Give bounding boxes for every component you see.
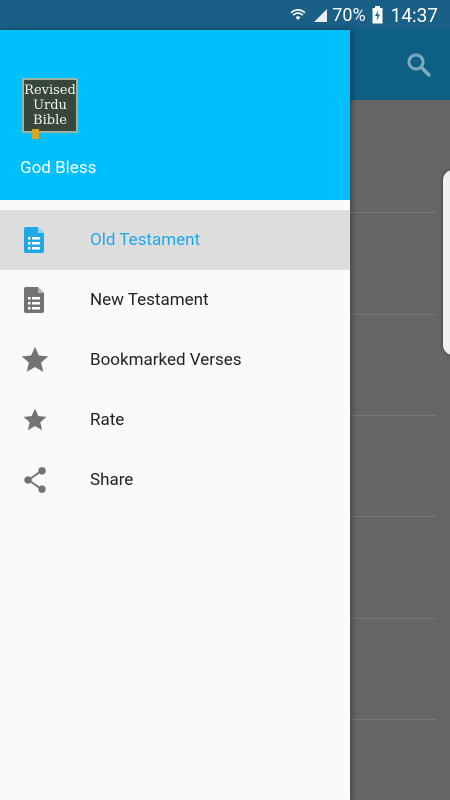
- drawer-menu: Old Testament New Testament Bookmarked V…: [0, 210, 350, 510]
- wifi-icon: [290, 7, 306, 23]
- menu-item-old-testament[interactable]: Old Testament: [0, 210, 350, 270]
- document-list-icon: [20, 225, 50, 255]
- menu-item-label: Share: [90, 470, 134, 490]
- list-divider: [350, 516, 436, 517]
- star-icon: [20, 345, 50, 375]
- list-divider: [350, 314, 436, 315]
- drawer-header: Revised Urdu Bible God Bless: [0, 30, 350, 200]
- app-logo: Revised Urdu Bible: [22, 78, 78, 139]
- list-divider: [350, 719, 436, 720]
- list-divider: [350, 415, 436, 416]
- navigation-drawer: Revised Urdu Bible God Bless Old Testame…: [0, 30, 350, 800]
- drawer-title: God Bless: [20, 158, 97, 178]
- menu-item-label: New Testament: [90, 290, 209, 310]
- star-icon: [20, 405, 50, 435]
- menu-item-bookmarked-verses[interactable]: Bookmarked Verses: [0, 330, 350, 390]
- share-icon: [20, 465, 50, 495]
- list-divider: [350, 212, 436, 213]
- bookmark-ribbon-icon: [32, 129, 39, 139]
- search-icon[interactable]: [404, 50, 434, 80]
- menu-item-share[interactable]: Share: [0, 450, 350, 510]
- logo-line-3: Bible: [33, 113, 67, 128]
- app-card-edge: [443, 170, 450, 355]
- menu-item-label: Bookmarked Verses: [90, 350, 242, 370]
- signal-icon: [312, 7, 328, 23]
- menu-item-rate[interactable]: Rate: [0, 390, 350, 450]
- menu-item-label: Rate: [90, 410, 125, 430]
- menu-item-new-testament[interactable]: New Testament: [0, 270, 350, 330]
- battery-percent: 70%: [332, 4, 366, 26]
- list-divider: [350, 618, 436, 619]
- logo-line-2: Urdu: [33, 98, 67, 113]
- clock: 14:37: [390, 3, 438, 27]
- logo-line-1: Revised: [24, 83, 76, 98]
- battery-charging-icon: [372, 6, 383, 24]
- menu-item-label: Old Testament: [90, 230, 201, 250]
- document-list-icon: [20, 285, 50, 315]
- status-bar: 70% 14:37: [0, 0, 450, 30]
